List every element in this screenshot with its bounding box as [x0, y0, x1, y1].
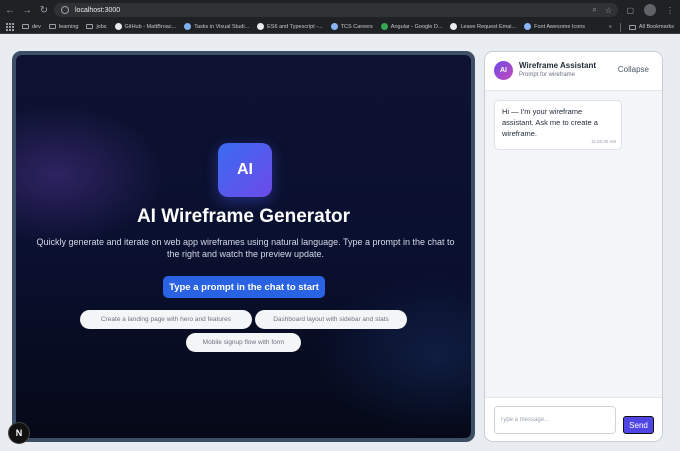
site-favicon	[524, 23, 532, 30]
bookmark-leave-request[interactable]: Leave Request Emai...	[450, 23, 516, 30]
address-bar[interactable]: localhost:3000 ⌕ ☆	[54, 3, 618, 17]
ai-logo: AI	[218, 143, 272, 197]
wireframe-preview: AI AI Wireframe Generator Quickly genera…	[16, 55, 471, 438]
folder-icon	[628, 24, 636, 30]
chat-title: Wireframe Assistant	[519, 61, 596, 70]
folder-icon	[86, 24, 94, 29]
message-timestamp: 11:55:35 AM	[591, 139, 616, 144]
more-bookmarks-button[interactable]: »	[609, 24, 612, 30]
all-bookmarks-button[interactable]: All Bookmarks	[628, 24, 674, 30]
suggestion-chip[interactable]: Mobile signup flow with form	[186, 333, 301, 352]
bookmark-learning[interactable]: learning	[48, 24, 78, 30]
divider	[619, 22, 621, 32]
site-favicon	[257, 23, 265, 30]
vscode-icon	[184, 23, 192, 30]
site-favicon	[450, 23, 458, 30]
wireframe-preview-frame: AI AI Wireframe Generator Quickly genera…	[12, 51, 475, 442]
drive-icon	[380, 23, 388, 30]
start-prompt-button[interactable]: Type a prompt in the chat to start	[163, 276, 325, 298]
back-arrow-icon[interactable]: ←	[3, 3, 17, 17]
chat-panel: AI Wireframe Assistant Prompt for wirefr…	[484, 51, 663, 442]
bookmark-font-awesome[interactable]: Font Awesome Icons	[524, 23, 585, 30]
site-favicon	[330, 23, 338, 30]
assistant-avatar: AI	[494, 61, 513, 80]
bookmarks-bar: dev learning jobs GitHub - MattBroac... …	[0, 20, 680, 34]
message-input[interactable]	[494, 406, 616, 434]
suggestion-chip[interactable]: Dashboard layout with sidebar and stats	[255, 310, 407, 329]
collapse-button[interactable]: Collapse	[618, 65, 649, 74]
browser-toolbar: ← → ↻ localhost:3000 ⌕ ☆ ▢ ⋮	[0, 0, 680, 20]
chat-header: AI Wireframe Assistant Prompt for wirefr…	[485, 52, 662, 91]
bookmark-tasks[interactable]: Tasks in Visual Studi...	[184, 23, 249, 30]
bookmark-tcs[interactable]: TCS Careers	[330, 23, 373, 30]
url-text[interactable]: localhost:3000	[75, 7, 120, 14]
bookmark-dev[interactable]: dev	[22, 24, 41, 30]
send-button[interactable]: Send	[623, 416, 654, 434]
page-subtitle: Quickly generate and iterate on web app …	[36, 237, 455, 259]
folder-icon	[48, 24, 56, 29]
reload-icon[interactable]: ↻	[37, 3, 51, 17]
assistant-message: Hi — I'm your wireframe assistant. Ask m…	[494, 100, 622, 150]
forward-arrow-icon[interactable]: →	[20, 3, 34, 17]
nextjs-dev-badge[interactable]: N	[8, 422, 30, 444]
bookmark-github[interactable]: GitHub - MattBroac...	[114, 23, 176, 30]
zoom-icon[interactable]: ⌕	[592, 5, 596, 15]
chat-composer: Send	[485, 397, 662, 441]
apps-grid-icon[interactable]	[6, 22, 14, 31]
chat-subtitle: Prompt for wireframe	[519, 72, 576, 78]
message-text: Hi — I'm your wireframe assistant. Ask m…	[502, 107, 598, 138]
profile-avatar[interactable]	[644, 4, 656, 16]
page-title: AI Wireframe Generator	[136, 206, 351, 227]
bookmark-angular[interactable]: Angular - Google D...	[380, 23, 442, 30]
site-info-icon[interactable]	[61, 6, 69, 14]
bookmark-jobs[interactable]: jobs	[86, 24, 107, 30]
folder-icon	[22, 24, 29, 29]
suggestion-chip[interactable]: Create a landing page with hero and feat…	[80, 310, 252, 329]
chat-messages[interactable]: Hi — I'm your wireframe assistant. Ask m…	[485, 91, 662, 397]
github-icon	[114, 23, 122, 30]
star-icon[interactable]: ☆	[605, 6, 612, 15]
bookmark-es6[interactable]: ES6 and Typescript -...	[257, 23, 323, 30]
menu-dots-icon[interactable]: ⋮	[666, 6, 674, 15]
extensions-icon[interactable]: ▢	[626, 6, 634, 15]
